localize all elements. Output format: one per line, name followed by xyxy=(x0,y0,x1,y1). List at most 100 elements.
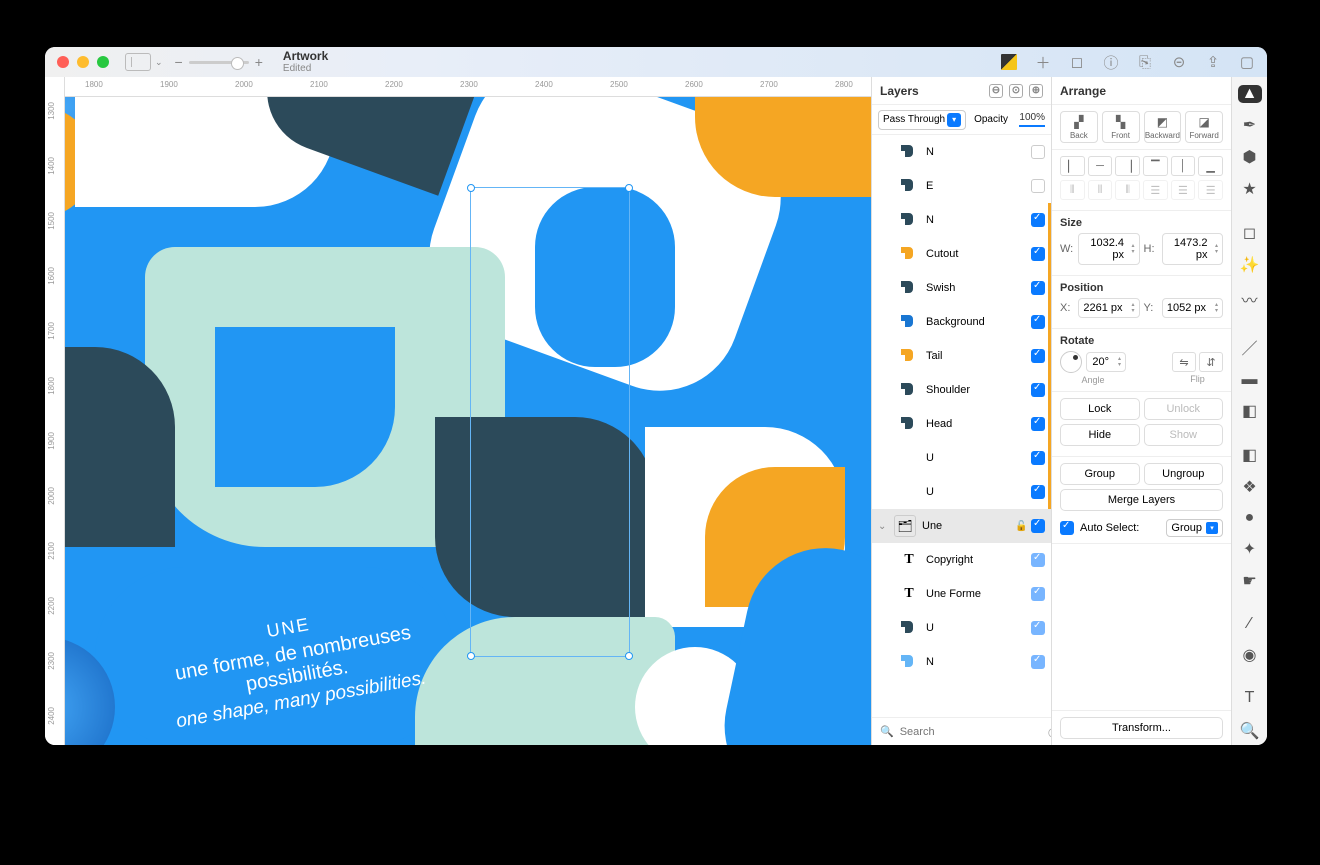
presence-icon[interactable]: ◻︎ xyxy=(1069,54,1085,70)
minimize-window-button[interactable] xyxy=(77,56,89,68)
hide-button[interactable]: Hide xyxy=(1060,424,1140,446)
star-tool[interactable]: ★ xyxy=(1238,179,1262,199)
show-button[interactable]: Show xyxy=(1144,424,1224,446)
layer-row[interactable]: Background xyxy=(872,305,1051,339)
zoom-tool[interactable]: 🔍 xyxy=(1238,719,1262,743)
front-button[interactable]: ▚Front xyxy=(1102,111,1140,143)
layer-visibility-checkbox[interactable] xyxy=(1031,349,1045,363)
eyedropper-tool[interactable]: ⁄ xyxy=(1238,615,1262,633)
clone-tool[interactable]: ❖ xyxy=(1238,477,1262,497)
layer-visibility-checkbox[interactable] xyxy=(1031,485,1045,499)
layer-row[interactable]: Cutout xyxy=(872,237,1051,271)
zoom-in-button[interactable]: + xyxy=(255,54,263,70)
layer-row[interactable]: Shoulder xyxy=(872,373,1051,407)
align-center-v-button[interactable]: │ xyxy=(1171,156,1196,176)
distribute-center-h-button[interactable]: ⦀ xyxy=(1088,180,1113,200)
lasso-tool[interactable]: 〰 xyxy=(1238,287,1262,311)
y-input[interactable]: 1052 px▴▾ xyxy=(1162,298,1224,318)
flip-vertical-button[interactable]: ⇵ xyxy=(1199,352,1223,372)
flip-horizontal-button[interactable]: ⇋ xyxy=(1172,352,1196,372)
layers-options-icon[interactable]: ⊙ xyxy=(1009,84,1023,98)
layer-visibility-checkbox[interactable] xyxy=(1031,145,1045,159)
info-icon[interactable]: ⓘ xyxy=(1103,54,1119,70)
auto-select-checkbox[interactable] xyxy=(1060,521,1074,535)
layer-row[interactable]: Head xyxy=(872,407,1051,441)
collapse-layers-icon[interactable]: ⊖ xyxy=(989,84,1003,98)
brush-tool[interactable]: ／ xyxy=(1238,335,1262,359)
add-layer-icon[interactable]: ⊕ xyxy=(1029,84,1043,98)
history-icon[interactable]: ⎘ xyxy=(1137,54,1153,70)
height-input[interactable]: 1473.2 px▴▾ xyxy=(1162,233,1224,265)
rotate-dial[interactable] xyxy=(1060,351,1082,373)
inspector-toggle-icon[interactable]: ▢ xyxy=(1239,54,1255,70)
distribute-right-button[interactable]: ⦀ xyxy=(1115,180,1140,200)
transform-button[interactable]: Transform... xyxy=(1060,717,1223,739)
layer-visibility-checkbox[interactable] xyxy=(1031,281,1045,295)
eraser-tool[interactable]: ◧ xyxy=(1238,445,1262,465)
sharpen-tool[interactable]: ✦ xyxy=(1238,539,1262,559)
layer-visibility-checkbox[interactable] xyxy=(1031,247,1045,261)
layer-visibility-checkbox[interactable] xyxy=(1031,179,1045,193)
zoom-slider[interactable] xyxy=(189,61,249,64)
wand-tool[interactable]: ✨ xyxy=(1238,255,1262,275)
layer-visibility-checkbox[interactable] xyxy=(1031,383,1045,397)
layer-row[interactable]: TCopyright xyxy=(872,543,1051,577)
layer-visibility-checkbox[interactable] xyxy=(1031,315,1045,329)
add-button[interactable]: ＋ xyxy=(1035,54,1051,70)
layer-row[interactable]: ⌄🗂Une🔓 xyxy=(872,509,1051,543)
maximize-window-button[interactable] xyxy=(97,56,109,68)
back-button[interactable]: ▞Back xyxy=(1060,111,1098,143)
distribute-left-button[interactable]: ⦀ xyxy=(1060,180,1085,200)
lock-button[interactable]: Lock xyxy=(1060,398,1140,420)
opacity-value[interactable]: 100% xyxy=(1019,112,1045,127)
backward-button[interactable]: ◩Backward xyxy=(1144,111,1182,143)
layer-visibility-checkbox[interactable] xyxy=(1031,587,1045,601)
layer-visibility-checkbox[interactable] xyxy=(1031,621,1045,635)
layer-visibility-checkbox[interactable] xyxy=(1031,417,1045,431)
lock-icon[interactable]: 🔓 xyxy=(1015,521,1025,532)
layer-visibility-checkbox[interactable] xyxy=(1031,553,1045,567)
forward-button[interactable]: ◪Forward xyxy=(1185,111,1223,143)
move-tool[interactable]: ▲ xyxy=(1238,85,1262,103)
share-icon[interactable]: ⇪ xyxy=(1205,54,1221,70)
distribute-center-v-button[interactable]: ☰ xyxy=(1171,180,1196,200)
text-tool[interactable]: T xyxy=(1238,689,1262,707)
layer-row[interactable]: U xyxy=(872,611,1051,645)
width-input[interactable]: 1032.4 px▴▾ xyxy=(1078,233,1140,265)
layer-visibility-checkbox[interactable] xyxy=(1031,655,1045,669)
unlock-button[interactable]: Unlock xyxy=(1144,398,1224,420)
layer-row[interactable]: Tail xyxy=(872,339,1051,373)
layer-row[interactable]: N xyxy=(872,203,1051,237)
layer-row[interactable]: E xyxy=(872,169,1051,203)
layer-row[interactable]: U xyxy=(872,441,1051,475)
auto-select-dropdown[interactable]: Group ▾ xyxy=(1166,519,1223,537)
layer-visibility-checkbox[interactable] xyxy=(1031,519,1045,533)
layers-tool[interactable]: ◉ xyxy=(1238,645,1262,665)
align-right-button[interactable]: ▕ xyxy=(1115,156,1140,176)
layer-row[interactable]: N xyxy=(872,645,1051,679)
close-window-button[interactable] xyxy=(57,56,69,68)
selection-bounds[interactable] xyxy=(470,187,630,657)
layer-visibility-checkbox[interactable] xyxy=(1031,213,1045,227)
group-button[interactable]: Group xyxy=(1060,463,1140,485)
settings-menu-icon[interactable]: ⊝ xyxy=(1171,54,1187,70)
layer-row[interactable]: Swish xyxy=(872,271,1051,305)
blend-mode-select[interactable]: Pass Through ▾ xyxy=(878,110,966,130)
fill-tool[interactable]: ▬ xyxy=(1238,371,1262,389)
x-input[interactable]: 2261 px▴▾ xyxy=(1078,298,1140,318)
layer-visibility-checkbox[interactable] xyxy=(1031,451,1045,465)
disclosure-chevron-icon[interactable]: ⌄ xyxy=(878,521,888,532)
layer-search-input[interactable] xyxy=(900,726,1042,738)
zoom-out-button[interactable]: − xyxy=(175,54,183,70)
marquee-tool[interactable]: ◻ xyxy=(1238,223,1262,243)
align-center-h-button[interactable]: ─ xyxy=(1088,156,1113,176)
layer-row[interactable]: TUne Forme xyxy=(872,577,1051,611)
align-bottom-button[interactable]: ▁ xyxy=(1198,156,1223,176)
canvas[interactable]: UNE une forme, de nombreuses possibilité… xyxy=(65,97,871,745)
layer-row[interactable]: N xyxy=(872,135,1051,169)
sidebar-toggle-button[interactable] xyxy=(125,53,151,71)
layer-row[interactable]: U xyxy=(872,475,1051,509)
angle-input[interactable]: 20°▴▾ xyxy=(1086,352,1126,372)
shape-tool[interactable]: ⬢ xyxy=(1238,147,1262,167)
color-swatch-icon[interactable] xyxy=(1001,54,1017,70)
